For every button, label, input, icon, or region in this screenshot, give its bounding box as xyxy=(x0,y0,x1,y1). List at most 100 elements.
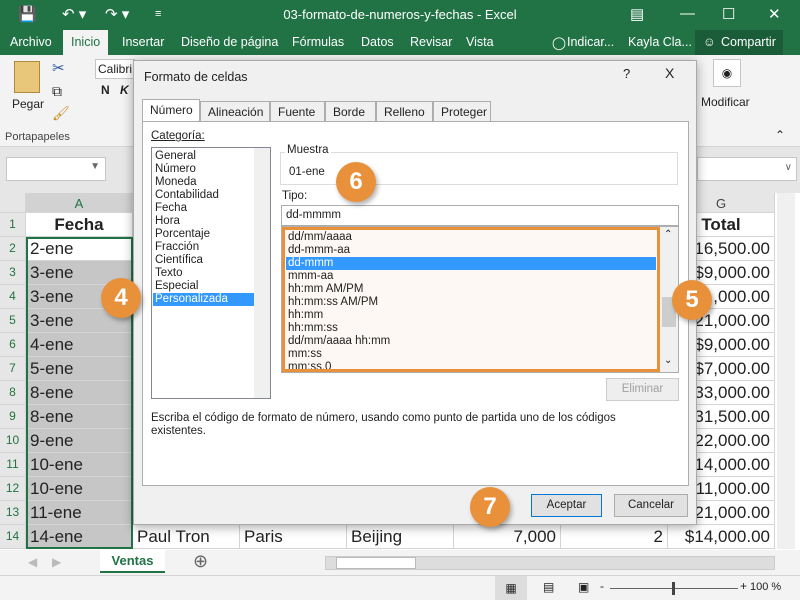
row-header[interactable]: 11 xyxy=(0,453,26,477)
normal-view-icon[interactable]: ▦ xyxy=(495,576,527,600)
page-layout-icon[interactable]: ▤ xyxy=(543,580,554,594)
category-item[interactable]: Porcentaje xyxy=(153,228,254,241)
sheet-tab-ventas[interactable]: Ventas xyxy=(100,550,165,573)
format-painter-icon[interactable]: 🖌 xyxy=(52,105,70,122)
cell[interactable]: 2 xyxy=(561,525,668,549)
cell[interactable]: Paul Tron xyxy=(133,525,240,549)
next-sheet-icon[interactable]: ▶ xyxy=(52,555,61,569)
row-header[interactable]: 5 xyxy=(0,309,26,333)
type-list[interactable]: dd/mm/aaaa dd-mmm-aa dd-mmm mmm-aa hh:mm AM/… xyxy=(281,226,679,373)
zoom-out-icon[interactable]: - xyxy=(600,579,604,593)
name-box[interactable]: ▼ xyxy=(6,157,106,181)
row-header[interactable]: 9 xyxy=(0,405,26,429)
category-item[interactable]: Especial xyxy=(153,280,254,293)
type-item[interactable]: mm:ss.0 xyxy=(286,361,656,369)
category-item[interactable]: Hora xyxy=(153,215,254,228)
cancel-button[interactable]: Cancelar xyxy=(614,494,688,517)
scrollbar-thumb[interactable] xyxy=(336,557,416,569)
tab-insertar[interactable]: Insertar xyxy=(122,35,164,49)
type-item[interactable]: dd/mm/aaaa xyxy=(286,231,656,244)
category-item[interactable]: Personalizada xyxy=(153,293,254,306)
help-button[interactable]: ? xyxy=(623,66,630,81)
dialog-tab-3[interactable]: Borde xyxy=(325,101,376,121)
type-item[interactable]: hh:mm AM/PM xyxy=(286,283,656,296)
add-sheet-icon[interactable]: ⊕ xyxy=(193,551,208,572)
dialog-tab-1[interactable]: Alineación xyxy=(200,101,270,121)
tab-archivo[interactable]: Archivo xyxy=(10,35,52,49)
ok-button[interactable]: Aceptar xyxy=(531,494,602,517)
category-item[interactable]: General xyxy=(153,150,254,163)
type-item[interactable]: hh:mm xyxy=(286,309,656,322)
delete-button[interactable]: Eliminar xyxy=(606,378,679,401)
zoom-in-icon[interactable]: + xyxy=(740,579,747,593)
type-item[interactable]: hh:mm:ss AM/PM xyxy=(286,296,656,309)
formula-input[interactable]: ∨ xyxy=(697,157,797,181)
vertical-scrollbar[interactable] xyxy=(777,193,795,549)
tab-revisar[interactable]: Revisar xyxy=(410,35,452,49)
page-break-icon[interactable]: ▣ xyxy=(578,580,589,594)
tell-me[interactable]: Indicar... xyxy=(567,35,614,49)
close-window-icon[interactable]: ✕ xyxy=(768,5,781,23)
italic-button[interactable]: K xyxy=(120,83,129,97)
tab-formulas[interactable]: Fórmulas xyxy=(292,35,344,49)
row-header[interactable]: 4 xyxy=(0,285,26,309)
paste-button[interactable]: Pegar xyxy=(12,97,44,111)
row-header[interactable]: 6 xyxy=(0,333,26,357)
row-header[interactable]: 12 xyxy=(0,477,26,501)
find-icon[interactable]: ◉ xyxy=(713,59,741,87)
paste-icon[interactable] xyxy=(14,61,40,93)
horizontal-scrollbar[interactable] xyxy=(325,556,775,570)
cell-a[interactable]: Fecha xyxy=(26,213,133,237)
row-header[interactable]: 8 xyxy=(0,381,26,405)
maximize-icon[interactable]: ☐ xyxy=(722,5,735,23)
category-item[interactable]: Moneda xyxy=(153,176,254,189)
category-scrollbar[interactable] xyxy=(254,148,270,398)
cell[interactable]: Beijing xyxy=(347,525,454,549)
select-all-corner[interactable] xyxy=(0,193,26,213)
row-header[interactable]: 7 xyxy=(0,357,26,381)
category-item[interactable]: Número xyxy=(153,163,254,176)
cell[interactable]: 7,000 xyxy=(454,525,561,549)
category-item[interactable]: Científica xyxy=(153,254,254,267)
type-item[interactable]: mm:ss xyxy=(286,348,656,361)
type-item[interactable]: hh:mm:ss xyxy=(286,322,656,335)
type-item[interactable]: dd/mm/aaaa hh:mm xyxy=(286,335,656,348)
category-list[interactable]: General Número Moneda Contabilidad Fecha Hora… xyxy=(151,147,271,399)
dialog-tab-4[interactable]: Relleno xyxy=(376,101,433,121)
zoom-slider-thumb[interactable] xyxy=(672,582,675,595)
modify-button[interactable]: Modificar xyxy=(701,95,750,109)
minimize-icon[interactable]: — xyxy=(680,5,695,22)
column-header-a[interactable]: A xyxy=(26,193,133,213)
category-item[interactable]: Fracción xyxy=(153,241,254,254)
dialog-close-button[interactable]: X xyxy=(665,65,674,81)
prev-sheet-icon[interactable]: ◀ xyxy=(28,555,37,569)
dialog-tab-2[interactable]: Fuente xyxy=(270,101,325,121)
type-input[interactable]: dd-mmmm xyxy=(281,205,679,226)
cell-g[interactable]: $14,000.00 xyxy=(668,525,775,549)
share-button[interactable]: ☺ Compartir xyxy=(695,30,783,55)
row-header[interactable]: 3 xyxy=(0,261,26,285)
type-item[interactable]: mmm-aa xyxy=(286,270,656,283)
copy-icon[interactable]: ⧉ xyxy=(52,83,62,100)
dialog-tab-5[interactable]: Proteger xyxy=(433,101,491,121)
scroll-down-icon[interactable]: ⌄ xyxy=(664,355,672,366)
category-item[interactable]: Texto xyxy=(153,267,254,280)
row-header[interactable]: 2 xyxy=(0,237,26,261)
collapse-ribbon-icon[interactable]: ⌃ xyxy=(775,128,785,142)
user-name[interactable]: Kayla Cla... xyxy=(628,35,692,49)
font-name-box[interactable]: Calibri xyxy=(95,59,135,79)
cut-icon[interactable]: ✂ xyxy=(52,59,65,77)
row-header[interactable]: 1 xyxy=(0,213,26,237)
bold-button[interactable]: N xyxy=(101,83,110,97)
type-item[interactable]: dd-mmm-aa xyxy=(286,244,656,257)
tab-vista[interactable]: Vista xyxy=(466,35,494,49)
row-header[interactable]: 14 xyxy=(0,525,26,549)
tab-inicio[interactable]: Inicio xyxy=(63,30,109,55)
dialog-tab-0[interactable]: Número xyxy=(142,99,200,122)
row-header[interactable]: 10 xyxy=(0,429,26,453)
category-item[interactable]: Fecha xyxy=(153,202,254,215)
tab-datos[interactable]: Datos xyxy=(361,35,394,49)
type-item[interactable]: dd-mmm xyxy=(286,257,656,270)
cell[interactable]: Paris xyxy=(240,525,347,549)
tab-diseno[interactable]: Diseño de página xyxy=(181,35,278,49)
